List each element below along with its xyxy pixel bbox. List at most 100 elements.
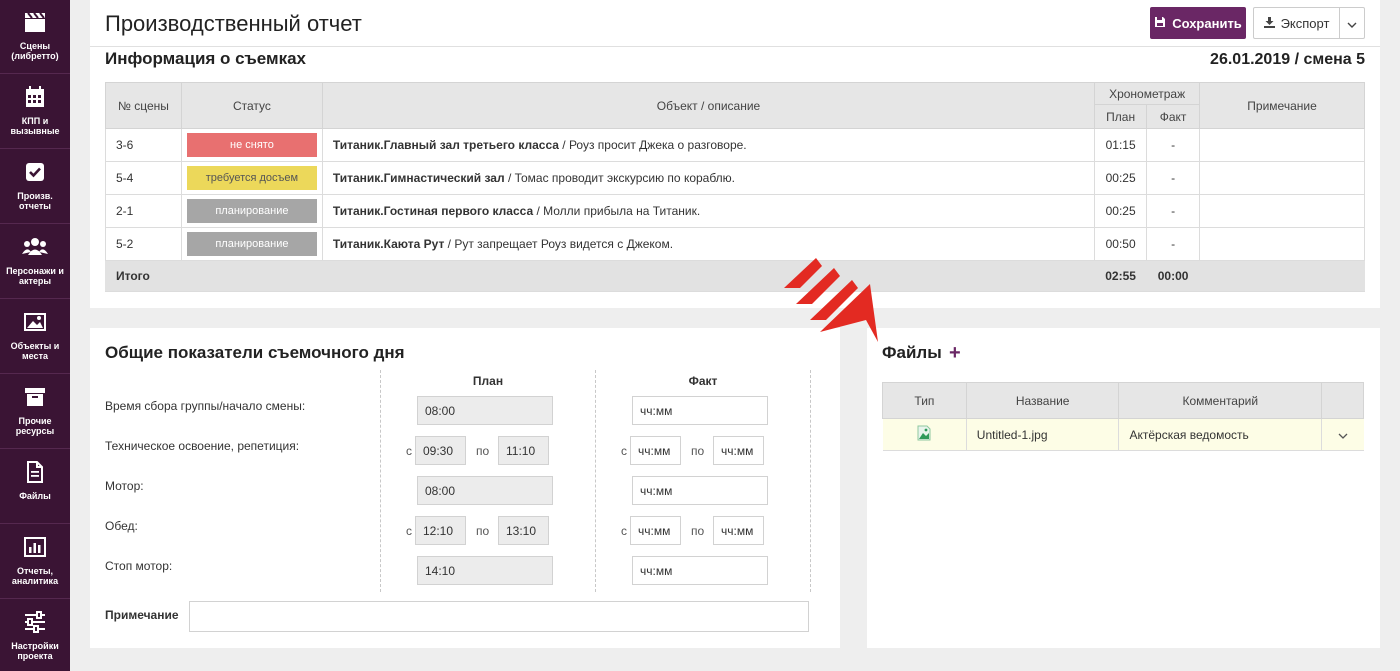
- scene-note[interactable]: [1199, 161, 1365, 195]
- to-label: по: [691, 524, 705, 538]
- download-icon: [1263, 16, 1275, 31]
- sidebar-item-files[interactable]: Файлы: [0, 450, 70, 524]
- sidebar-item-settings[interactable]: Настройки проекта: [0, 600, 70, 671]
- plan-column-header: План: [472, 374, 504, 388]
- sidebar-item-analytics[interactable]: Отчеты, аналитика: [0, 525, 70, 599]
- col-header-status: Статус: [180, 82, 323, 129]
- files-title: Файлы: [882, 343, 942, 362]
- sidebar-item-scenes[interactable]: Сцены (либретто): [0, 0, 70, 74]
- sidebar-item-label: Персонажи и актеры: [6, 266, 64, 286]
- export-button-label: Экспорт: [1280, 15, 1330, 31]
- plan-from-input[interactable]: 09:30: [415, 436, 466, 465]
- timing-plan: 00:25: [1094, 194, 1148, 228]
- col-header-plan: План: [1094, 104, 1148, 129]
- timing-plan: 00:50: [1094, 227, 1148, 261]
- archive-icon: [0, 385, 70, 411]
- red-arrows-icon: [782, 254, 882, 351]
- divider: [380, 370, 381, 592]
- status-badge[interactable]: требуется досъем: [186, 166, 317, 190]
- sidebar: Сцены (либретто) КПП и вызывные Произв. …: [0, 0, 70, 671]
- scene-note[interactable]: [1199, 128, 1365, 162]
- scene-note[interactable]: [1199, 227, 1365, 261]
- sidebar-item-locations[interactable]: Объекты и места: [0, 300, 70, 374]
- sidebar-item-label: Объекты и места: [10, 341, 60, 361]
- export-dropdown-toggle[interactable]: [1340, 8, 1364, 38]
- plan-from-input[interactable]: 12:10: [415, 516, 466, 545]
- fact-to-input[interactable]: чч:мм: [713, 516, 764, 545]
- plan-time-input[interactable]: 08:00: [417, 396, 553, 425]
- timing-plan: 01:15: [1094, 128, 1148, 162]
- sidebar-item-reports[interactable]: Произв. отчеты: [0, 150, 70, 224]
- day-indicators-title: Общие показатели съемочного дня: [105, 343, 405, 362]
- col-header-object: Объект / описание: [321, 82, 1096, 129]
- checkbox-icon: [0, 160, 70, 186]
- chevron-down-icon: [1347, 16, 1357, 31]
- status-badge[interactable]: планирование: [186, 199, 317, 223]
- sidebar-item-label: Произв. отчеты: [17, 191, 53, 211]
- fact-from-input[interactable]: чч:мм: [630, 516, 681, 545]
- add-file-button[interactable]: +: [949, 342, 961, 365]
- shooting-date-shift: 26.01.2019 / смена 5: [1210, 51, 1365, 68]
- scene-note[interactable]: [1199, 194, 1365, 228]
- sidebar-item-kpp[interactable]: КПП и вызывные: [0, 75, 70, 149]
- table-row[interactable]: 3-6 не снято Титаник.Главный зал третьего …: [105, 128, 1365, 162]
- scene-object: Титаник.Каюта Рут: [332, 237, 445, 251]
- divider: [595, 370, 596, 592]
- total-label: Итого: [105, 260, 182, 292]
- users-icon: [0, 235, 70, 261]
- file-comment: Актёрская ведомость: [1118, 418, 1323, 451]
- plan-time-input[interactable]: 08:00: [417, 476, 553, 505]
- plan-time-input[interactable]: 14:10: [417, 556, 553, 585]
- shooting-info-panel: Информация о съемках 26.01.2019 / смена …: [90, 47, 1380, 308]
- fact-time-input[interactable]: чч:мм: [632, 476, 768, 505]
- scene-number: 2-1: [105, 194, 182, 228]
- file-name[interactable]: Untitled-1.jpg: [966, 418, 1120, 451]
- col-header-timing: Хронометраж: [1094, 82, 1201, 105]
- sidebar-item-characters[interactable]: Персонажи и актеры: [0, 225, 70, 299]
- indicator-label: Техническое освоение, репетиция:: [105, 439, 300, 453]
- plan-to-input[interactable]: 13:10: [498, 516, 549, 545]
- sidebar-item-label: Прочие ресурсы: [15, 416, 55, 436]
- save-button[interactable]: Сохранить: [1150, 7, 1246, 39]
- scene-number: 5-2: [105, 227, 182, 261]
- timing-plan: 00:25: [1094, 161, 1148, 195]
- plan-to-input[interactable]: 11:10: [498, 436, 549, 465]
- indicator-label: Мотор:: [105, 479, 144, 493]
- timing-fact: -: [1146, 128, 1201, 162]
- from-label: с: [406, 444, 412, 458]
- fact-to-input[interactable]: чч:мм: [713, 436, 764, 465]
- sliders-icon: [0, 610, 70, 636]
- table-row[interactable]: 2-1 планирование Титаник.Гостиная первого …: [105, 194, 1365, 228]
- sidebar-item-label: КПП и вызывные: [10, 116, 60, 136]
- files-panel: Файлы + Тип Название Комментарий Untitle…: [867, 328, 1380, 648]
- fact-time-input[interactable]: чч:мм: [632, 556, 768, 585]
- from-label: с: [406, 524, 412, 538]
- sidebar-item-label: Настройки проекта: [11, 641, 59, 661]
- col-header-actions: [1321, 382, 1364, 419]
- col-header-note: Примечание: [1199, 82, 1365, 129]
- note-input[interactable]: [189, 601, 809, 632]
- scene-description: / Молли прибыла на Титаник.: [533, 204, 701, 218]
- fact-from-input[interactable]: чч:мм: [630, 436, 681, 465]
- table-row[interactable]: 5-2 планирование Титаник.Каюта Рут / Рут з…: [105, 227, 1365, 261]
- indicator-label: Время сбора группы/начало смены:: [105, 399, 306, 413]
- scenes-table: № сцены Статус Объект / описание Хрономе…: [105, 82, 1365, 292]
- calendar-icon: [0, 85, 70, 111]
- scene-object: Титаник.Главный зал третьего класса: [332, 138, 559, 152]
- sidebar-item-resources[interactable]: Прочие ресурсы: [0, 375, 70, 449]
- table-row[interactable]: Untitled-1.jpg Актёрская ведомость: [882, 418, 1364, 451]
- image-icon: [0, 310, 70, 336]
- from-label: с: [621, 524, 627, 538]
- scene-description: / Томас проводит экскурсию по кораблю.: [504, 171, 736, 185]
- col-header-scene-no: № сцены: [105, 82, 182, 129]
- col-header-comment: Комментарий: [1118, 382, 1323, 419]
- fact-time-input[interactable]: чч:мм: [632, 396, 768, 425]
- status-badge[interactable]: не снято: [186, 133, 317, 157]
- export-button[interactable]: Экспорт: [1254, 8, 1340, 38]
- bar-chart-icon: [0, 535, 70, 561]
- table-row[interactable]: 5-4 требуется досъем Титаник.Гимнастически…: [105, 161, 1365, 195]
- to-label: по: [476, 444, 490, 458]
- clapperboard-icon: [0, 10, 70, 36]
- status-badge[interactable]: планирование: [186, 232, 317, 256]
- row-actions-toggle[interactable]: [1321, 418, 1364, 451]
